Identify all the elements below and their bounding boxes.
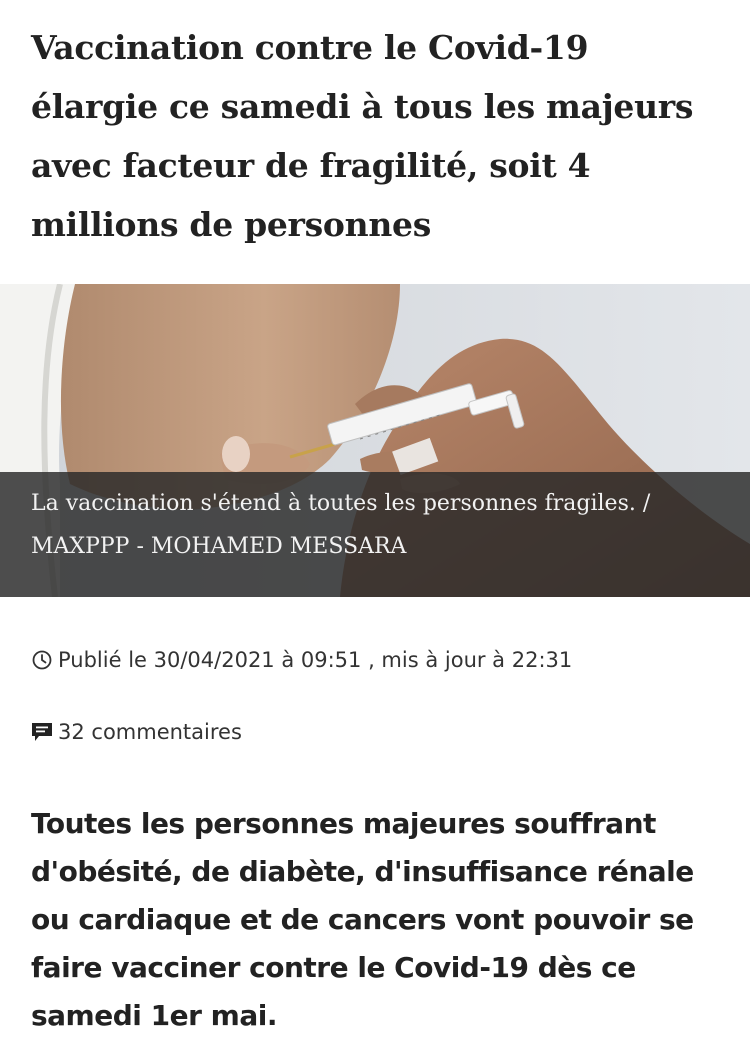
image-caption: La vaccination s'étend à toutes les pers…	[0, 472, 750, 597]
article-hero-image[interactable]: La vaccination s'étend à toutes les pers…	[0, 284, 750, 597]
comment-icon	[31, 721, 53, 743]
publish-date-text: Publié le 30/04/2021 à 09:51 , mis à jou…	[58, 648, 573, 672]
comments-link[interactable]: 32 commentaires	[31, 720, 242, 744]
article-headline: Vaccination contre le Covid-19 élargie c…	[31, 28, 694, 244]
publish-date-row: Publié le 30/04/2021 à 09:51 , mis à jou…	[31, 648, 572, 672]
article-lead: Toutes les personnes majeures souffrant …	[31, 807, 694, 1032]
comments-count-text: 32 commentaires	[58, 720, 242, 744]
clock-icon	[31, 649, 53, 671]
